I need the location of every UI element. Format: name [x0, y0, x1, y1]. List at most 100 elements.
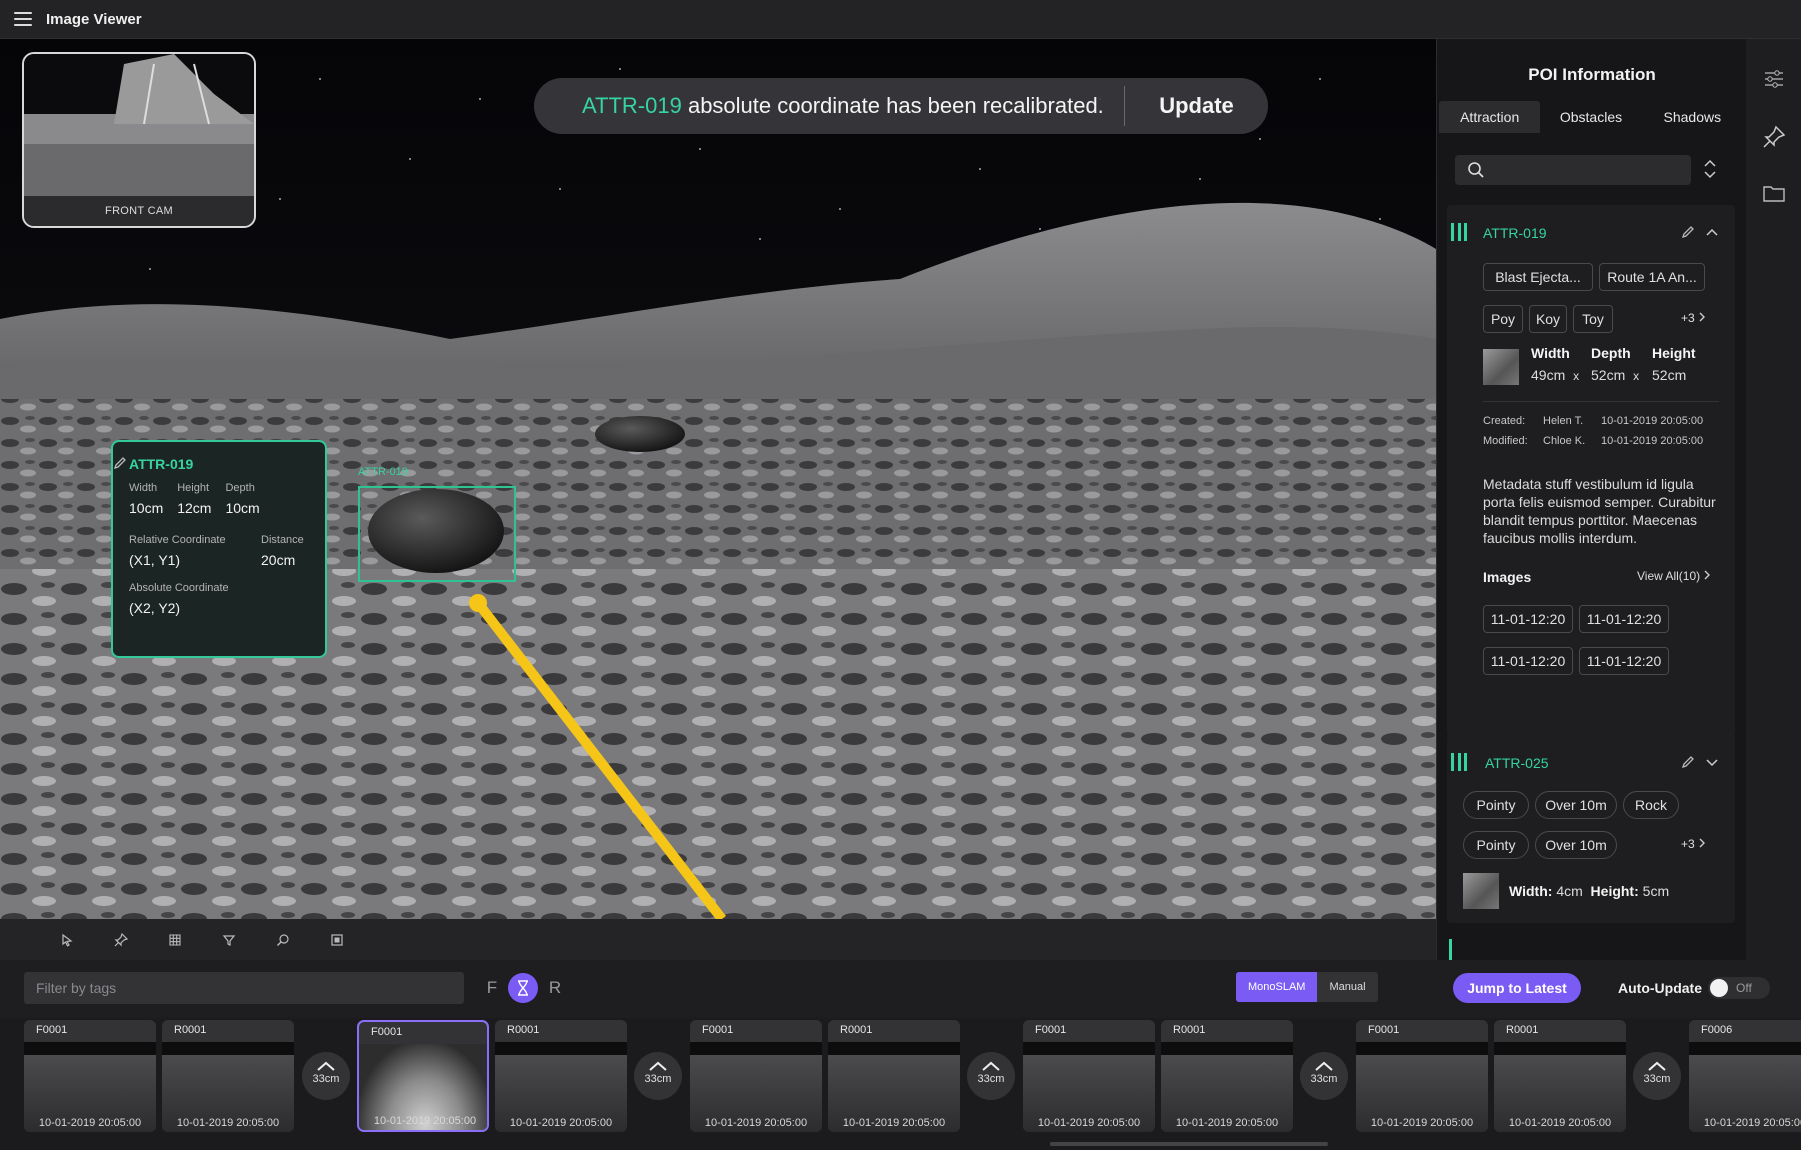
tag-chip[interactable]: Pointy: [1463, 831, 1529, 859]
pointer-tool-button[interactable]: [40, 925, 94, 955]
gap-distance: 33cm: [1310, 1073, 1338, 1085]
tag-chip[interactable]: Rock: [1623, 791, 1679, 819]
auto-update-toggle[interactable]: Off: [1708, 977, 1770, 999]
poi-card-id: ATTR-025: [1485, 755, 1549, 771]
toast-message: ATTR-019 absolute coordinate has been re…: [534, 93, 1124, 119]
monoslam-option[interactable]: MonoSLAM: [1236, 972, 1318, 1002]
chevron-up-icon[interactable]: [1705, 227, 1719, 237]
poi-card-id: ATTR-019: [1483, 225, 1547, 241]
image-chip[interactable]: 11-01-12:20: [1579, 647, 1669, 675]
frame-tool-button[interactable]: [310, 925, 364, 955]
width-value: 4cm: [1556, 883, 1583, 899]
timeline-thumb[interactable]: F0001 10-01-2019 20:05:00: [24, 1020, 156, 1132]
timeline-thumb[interactable]: F0001 10-01-2019 20:05:00: [1023, 1020, 1155, 1132]
tag-chip[interactable]: Koy: [1529, 305, 1567, 333]
timeline-thumb[interactable]: R0001 10-01-2019 20:05:00: [828, 1020, 960, 1132]
modified-row: Modified: Chloe K. 10-01-2019 20:05:00: [1483, 435, 1703, 447]
image-chip[interactable]: 11-01-12:20: [1579, 605, 1669, 633]
chevron-up-icon: [982, 1061, 1000, 1071]
view-all-label: View All(10): [1637, 569, 1701, 583]
poi-card-attr-025[interactable]: ATTR-025 Pointy Over 10m Rock Pointy Ove…: [1447, 735, 1735, 923]
timeline-thumb[interactable]: R0001 10-01-2019 20:05:00: [1161, 1020, 1293, 1132]
overlay-absolute-label: Absolute Coordinate: [129, 582, 229, 594]
overlay-height-label: Height: [177, 482, 210, 494]
images-label: Images: [1483, 569, 1532, 585]
tag-chip[interactable]: Poy: [1483, 305, 1523, 333]
tag-chip[interactable]: Over 10m: [1535, 831, 1617, 859]
more-tags-button[interactable]: +3: [1681, 837, 1706, 851]
tag-chip[interactable]: Over 10m: [1535, 791, 1617, 819]
sort-icon[interactable]: [1703, 157, 1717, 181]
edit-icon[interactable]: [1681, 755, 1695, 769]
filter-tool-button[interactable]: [202, 925, 256, 955]
panel-title: POI Information: [1528, 65, 1656, 84]
timeline-thumb[interactable]: R0001 10-01-2019 20:05:00: [162, 1020, 294, 1132]
timeline-strip[interactable]: F0001 10-01-2019 20:05:00 R0001 10-01-2019…: [0, 1018, 1801, 1150]
zoom-icon: [277, 933, 289, 946]
minimap-caption: FRONT CAM: [24, 196, 254, 226]
pin-tool-button[interactable]: [94, 925, 148, 955]
poi-thumbnail[interactable]: [1463, 873, 1499, 909]
recalibration-toast: ATTR-019 absolute coordinate has been re…: [534, 78, 1268, 134]
front-camera-toggle[interactable]: F: [477, 972, 507, 1004]
funnel-icon: [222, 934, 236, 946]
thumb-name: R0001: [507, 1024, 540, 1036]
tab-shadows[interactable]: Shadows: [1642, 101, 1743, 133]
pin-icon[interactable]: [1762, 125, 1786, 149]
poi-card-attr-019[interactable]: ATTR-019 Blast Ejecta... Route 1A An... …: [1447, 205, 1735, 737]
timeline-scrollbar[interactable]: [1050, 1142, 1328, 1146]
toast-update-button[interactable]: Update: [1125, 93, 1268, 119]
thumb-timestamp: 10-01-2019 20:05:00: [1703, 1117, 1801, 1129]
hamburger-menu-icon[interactable]: [14, 12, 32, 26]
chevron-up-icon: [317, 1061, 335, 1071]
jump-to-latest-button[interactable]: Jump to Latest: [1453, 973, 1581, 1003]
timeline-thumb[interactable]: F0001 10-01-2019 20:05:00: [690, 1020, 822, 1132]
distance-gap-marker: 33cm: [302, 1052, 350, 1100]
tag-chip[interactable]: Route 1A An...: [1599, 263, 1705, 291]
poi-search-input[interactable]: [1455, 155, 1691, 185]
grid-icon: [169, 933, 181, 946]
sliders-icon[interactable]: [1762, 67, 1786, 91]
rear-camera-toggle[interactable]: R: [540, 972, 570, 1004]
timeline-thumb[interactable]: F0006 10-01-2019 20:05:00: [1689, 1020, 1801, 1132]
thumb-timestamp: 10-01-2019 20:05:00: [176, 1117, 280, 1129]
tag-chip[interactable]: Blast Ejecta...: [1483, 263, 1593, 291]
poi-thumbnail[interactable]: [1483, 349, 1519, 385]
timeline-thumb[interactable]: R0001 10-01-2019 20:05:00: [495, 1020, 627, 1132]
width-value-wrap: 49cm x: [1531, 367, 1579, 383]
folder-icon[interactable]: [1762, 181, 1786, 205]
next-card-peek: [1449, 939, 1457, 960]
poi-bounding-box[interactable]: [358, 486, 516, 582]
tag-chip[interactable]: Pointy: [1463, 791, 1529, 819]
modified-by: Chloe K.: [1543, 435, 1586, 447]
more-tags-button[interactable]: +3: [1681, 311, 1706, 325]
zoom-tool-button[interactable]: [256, 925, 310, 955]
edit-icon[interactable]: [1681, 225, 1695, 239]
manual-option[interactable]: Manual: [1317, 972, 1377, 1002]
filter-by-tags-input[interactable]: [24, 972, 464, 1004]
tag-chip[interactable]: Toy: [1573, 305, 1613, 333]
timeline-thumb-selected[interactable]: F0001 10-01-2019 20:05:00: [357, 1020, 489, 1132]
thumb-name: R0001: [1506, 1024, 1539, 1036]
thumb-name: F0001: [36, 1024, 68, 1036]
scene-viewport[interactable]: FRONT CAM ATTR-019 absolute coordinate h…: [0, 39, 1436, 919]
width-label: Width: [1509, 883, 1548, 899]
edit-icon[interactable]: [113, 456, 127, 470]
chevron-down-icon[interactable]: [1705, 757, 1719, 767]
tab-attraction[interactable]: Attraction: [1439, 101, 1541, 133]
timeline-thumb[interactable]: F0001 10-01-2019 20:05:00: [1356, 1020, 1488, 1132]
image-chip[interactable]: 11-01-12:20: [1483, 647, 1573, 675]
pointer-icon: [62, 933, 73, 947]
image-chip[interactable]: 11-01-12:20: [1483, 605, 1573, 633]
grid-tool-button[interactable]: [148, 925, 202, 955]
drag-handle-icon[interactable]: [1451, 753, 1467, 771]
tab-obstacles[interactable]: Obstacles: [1540, 101, 1641, 133]
overlay-width-label: Width: [129, 482, 158, 494]
both-cameras-toggle[interactable]: [508, 973, 538, 1003]
view-all-images-link[interactable]: View All(10): [1637, 569, 1711, 583]
divider: [1483, 401, 1719, 402]
front-cam-minimap[interactable]: FRONT CAM: [22, 52, 256, 228]
drag-handle-icon[interactable]: [1451, 223, 1467, 241]
overlay-distance: 20cm: [261, 552, 296, 568]
timeline-thumb[interactable]: R0001 10-01-2019 20:05:00: [1494, 1020, 1626, 1132]
